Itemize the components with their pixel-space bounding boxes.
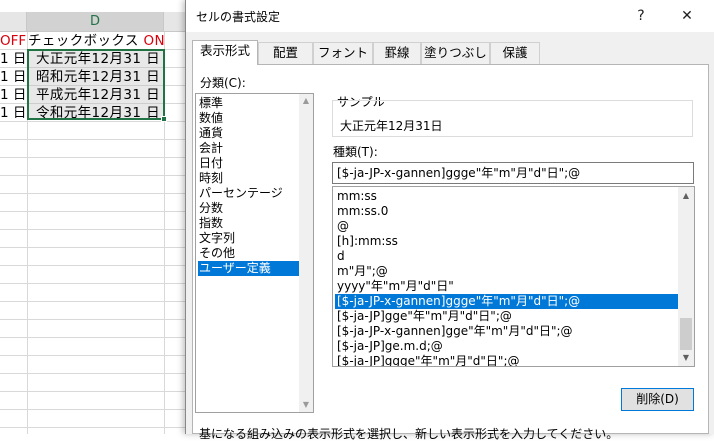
category-label: 分類(C): — [200, 76, 246, 90]
cell-d2[interactable]: 大正元年12月31 日 — [28, 50, 164, 68]
gridline — [0, 157, 190, 158]
category-item[interactable]: 指数 — [198, 216, 299, 231]
cell-c4[interactable]: 1 日 — [0, 86, 27, 104]
format-item[interactable]: [h]:mm:ss — [335, 234, 680, 249]
gridline — [0, 337, 190, 338]
gridline — [0, 229, 190, 230]
scroll-up-icon[interactable]: ▲ — [299, 94, 313, 108]
category-item[interactable]: その他 — [198, 246, 299, 261]
delete-button[interactable]: 削除(D) — [621, 388, 694, 411]
gridline — [0, 409, 190, 410]
format-item[interactable]: d — [335, 249, 680, 264]
gridline — [0, 211, 190, 212]
cell-d5[interactable]: 令和元年12月31 日 — [28, 104, 164, 122]
tab-alignment[interactable]: 配置 — [258, 42, 313, 64]
gridline — [0, 175, 190, 176]
gridline — [0, 355, 190, 356]
scroll-up-icon[interactable]: ▲ — [679, 189, 693, 203]
category-item[interactable]: 数値 — [198, 111, 299, 126]
format-item-selected[interactable]: [$-ja-JP-x-gannen]ggge"年"m"月"d"日";@ — [335, 294, 680, 309]
category-item[interactable]: 文字列 — [198, 231, 299, 246]
gridline — [0, 265, 190, 266]
dialog-title: セルの書式設定 — [196, 10, 281, 24]
category-scrollbar[interactable]: ▲ ▼ — [299, 94, 313, 412]
format-item[interactable]: mm:ss — [335, 189, 680, 204]
type-label: 種類(T): — [333, 145, 378, 159]
format-item[interactable]: m"月";@ — [335, 264, 680, 279]
scrollbar-thumb[interactable] — [680, 318, 692, 350]
scroll-down-icon[interactable]: ▼ — [679, 351, 693, 365]
format-item[interactable]: [$-ja-JP]ggge"年"m"月"d"日";@ — [335, 354, 680, 366]
format-item[interactable]: [$-ja-JP-x-gannen]gge"年"m"月"d"日";@ — [335, 324, 680, 339]
gridline — [0, 373, 190, 374]
sample-value: 大正元年12月31日 — [340, 119, 443, 133]
category-item[interactable]: 時刻 — [198, 171, 299, 186]
tab-fill[interactable]: 塗りつぶし — [421, 42, 490, 64]
gridline — [0, 391, 190, 392]
category-item-selected[interactable]: ユーザー定義 — [198, 261, 299, 276]
category-item[interactable]: 日付 — [198, 156, 299, 171]
format-cells-dialog: セルの書式設定 ? ✕ 表示形式 配置 フォント 罫線 塗りつぶし 保護 分類(… — [185, 0, 714, 441]
category-item[interactable]: 会計 — [198, 141, 299, 156]
column-header-c[interactable] — [0, 12, 27, 32]
tab-font[interactable]: フォント — [313, 42, 373, 64]
dialog-titlebar[interactable]: セルの書式設定 ? ✕ — [186, 0, 714, 32]
format-item[interactable]: mm:ss.0 — [335, 204, 680, 219]
tab-number-format[interactable]: 表示形式 — [192, 40, 258, 65]
cell-d3[interactable]: 昭和元年12月31 日 — [28, 68, 164, 86]
column-header-d[interactable]: D — [27, 12, 164, 32]
format-list-scrollbar[interactable]: ▲ ▼ — [678, 187, 694, 366]
gridline — [0, 139, 190, 140]
format-item[interactable]: [$-ja-JP]ge.m.d;@ — [335, 339, 680, 354]
gridline — [0, 427, 190, 428]
format-item[interactable]: yyyy"年"m"月"d"日" — [335, 279, 680, 294]
gridline — [0, 301, 190, 302]
spreadsheet-area: D OFF チェックボックス ON 1 日 大正元年12月31 日 1 日 昭和… — [0, 0, 190, 434]
category-item[interactable]: 通貨 — [198, 126, 299, 141]
help-button[interactable]: ? — [626, 5, 656, 27]
gridline — [0, 283, 190, 284]
format-item[interactable]: [$-ja-JP]gge"年"m"月"d"日";@ — [335, 309, 680, 324]
category-list[interactable]: 標準 数値 通貨 会計 日付 時刻 パーセンテージ 分数 指数 文字列 その他 … — [195, 93, 314, 413]
on-state-text: ON — [143, 33, 165, 49]
gridline — [0, 247, 190, 248]
cell-c3[interactable]: 1 日 — [0, 68, 27, 86]
category-item[interactable]: パーセンテージ — [198, 186, 299, 201]
cell-c5[interactable]: 1 日 — [0, 104, 27, 122]
tab-protection[interactable]: 保護 — [490, 42, 540, 64]
category-item[interactable]: 分数 — [198, 201, 299, 216]
cell-c1[interactable]: OFF — [0, 32, 27, 50]
cell-d4[interactable]: 平成元年12月31 日 — [28, 86, 164, 104]
cell-d1-text: チェックボックス ON — [28, 33, 164, 49]
cell-c2[interactable]: 1 日 — [0, 50, 27, 68]
tab-border[interactable]: 罫線 — [373, 42, 421, 64]
format-list[interactable]: mm:ss mm:ss.0 @ [h]:mm:ss d m"月";@ yyyy"… — [332, 186, 695, 367]
cell-d1[interactable]: チェックボックス ON — [28, 32, 164, 50]
scroll-down-icon[interactable]: ▼ — [299, 398, 313, 412]
format-item[interactable]: @ — [335, 219, 680, 234]
category-item[interactable]: 標準 — [198, 96, 299, 111]
gridline — [0, 319, 190, 320]
gridline — [0, 193, 190, 194]
close-button[interactable]: ✕ — [672, 5, 702, 27]
type-input[interactable]: [$-ja-JP-x-gannen]ggge"年"m"月"d"日";@ — [332, 162, 694, 184]
